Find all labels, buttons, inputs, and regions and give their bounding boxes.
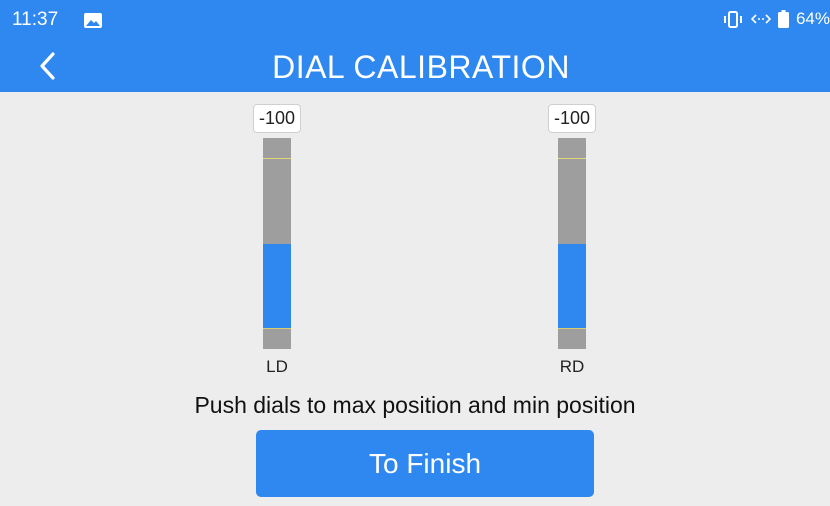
app-header: DIAL CALIBRATION bbox=[0, 40, 830, 92]
dial-track bbox=[263, 138, 291, 349]
image-icon bbox=[84, 13, 102, 28]
status-icons: 64% bbox=[722, 9, 830, 29]
battery-icon bbox=[777, 10, 789, 28]
data-transfer-icon bbox=[750, 14, 771, 24]
battery-percent: 64% bbox=[795, 9, 830, 28]
dial-track bbox=[558, 138, 586, 349]
dial-value: -100 bbox=[252, 104, 302, 133]
max-marker-line bbox=[263, 158, 291, 159]
status-bar: 11:37 64% bbox=[0, 0, 830, 40]
min-marker-line bbox=[558, 328, 586, 329]
dial-label: LD bbox=[266, 357, 288, 376]
min-marker-line bbox=[263, 328, 291, 329]
page-title: DIAL CALIBRATION bbox=[272, 49, 570, 85]
finish-button[interactable]: To Finish bbox=[256, 430, 594, 497]
status-time: 11:37 bbox=[12, 9, 59, 30]
max-marker-line bbox=[558, 158, 586, 159]
dial-fill bbox=[263, 243, 291, 328]
vibrate-icon bbox=[723, 10, 742, 28]
dial-label: RD bbox=[559, 357, 585, 376]
instruction-text: Push dials to max position and min posit… bbox=[194, 392, 636, 418]
dial-fill bbox=[558, 243, 586, 328]
dial-value: -100 bbox=[547, 104, 597, 133]
